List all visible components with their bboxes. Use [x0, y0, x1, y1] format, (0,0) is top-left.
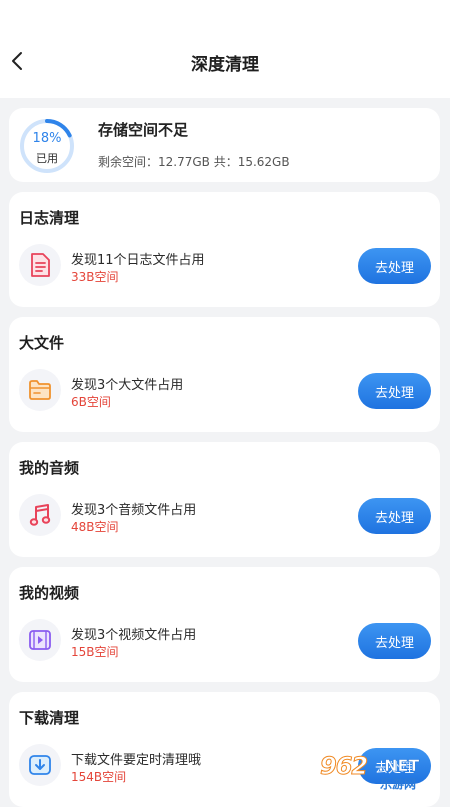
icon-badge: [19, 244, 61, 286]
section-size: 15B空间: [71, 645, 119, 659]
section-size: 48B空间: [71, 520, 119, 534]
watermark-suffix: .NET: [378, 756, 420, 776]
section-size: 154B空间: [71, 770, 127, 784]
section-title: 我的视频: [19, 584, 80, 602]
process-button[interactable]: 去处理: [358, 373, 431, 409]
header-bar: 深度清理: [0, 0, 450, 98]
section-description: 发现3个音频文件占用: [71, 503, 197, 518]
section-size: 33B空间: [71, 270, 119, 284]
icon-badge: [19, 619, 61, 661]
section-size: 6B空间: [71, 395, 111, 409]
section-title: 下载清理: [19, 709, 80, 727]
section-description: 发现11个日志文件占用: [71, 253, 205, 268]
watermark-number: 962: [319, 752, 368, 781]
folder-icon: [29, 380, 51, 400]
process-button[interactable]: 去处理: [358, 248, 431, 284]
watermark-logo: 962 .NET 乐游网: [314, 750, 444, 794]
section-description: 发现3个大文件占用: [71, 378, 184, 393]
section-my-video: 我的视频 发现3个视频文件占用 15B空间 去处理: [9, 567, 440, 682]
video-icon: [29, 630, 51, 650]
watermark-name: 乐游网: [380, 777, 417, 791]
section-title: 大文件: [19, 334, 65, 352]
page-title: 深度清理: [191, 55, 259, 75]
music-note-icon: [29, 504, 51, 526]
section-title: 日志清理: [19, 209, 80, 227]
storage-percent: 18%: [32, 131, 62, 146]
section-my-audio: 我的音频 发现3个音频文件占用 48B空间 去处理: [9, 442, 440, 557]
section-log-cleanup: 日志清理 发现11个日志文件占用 33B空间 去处理: [9, 192, 440, 307]
section-large-files: 大文件 发现3个大文件占用 6B空间 去处理: [9, 317, 440, 432]
process-button[interactable]: 去处理: [358, 498, 431, 534]
section-description: 发现3个视频文件占用: [71, 628, 197, 643]
storage-used-label: 已用: [36, 152, 58, 165]
icon-badge: [19, 369, 61, 411]
storage-title: 存储空间不足: [98, 121, 189, 139]
icon-badge: [19, 744, 61, 786]
storage-detail: 剩余空间：12.77GB 共：15.62GB: [98, 155, 290, 169]
log-file-icon: [31, 253, 50, 277]
section-description: 下载文件要定时清理哦: [71, 753, 202, 768]
icon-badge: [19, 494, 61, 536]
process-button[interactable]: 去处理: [358, 623, 431, 659]
storage-usage-ring: 18% 已用: [19, 118, 75, 174]
download-icon: [29, 755, 51, 775]
storage-card: 18% 已用 存储空间不足 剩余空间：12.77GB 共：15.62GB: [9, 108, 440, 182]
section-title: 我的音频: [19, 459, 80, 477]
